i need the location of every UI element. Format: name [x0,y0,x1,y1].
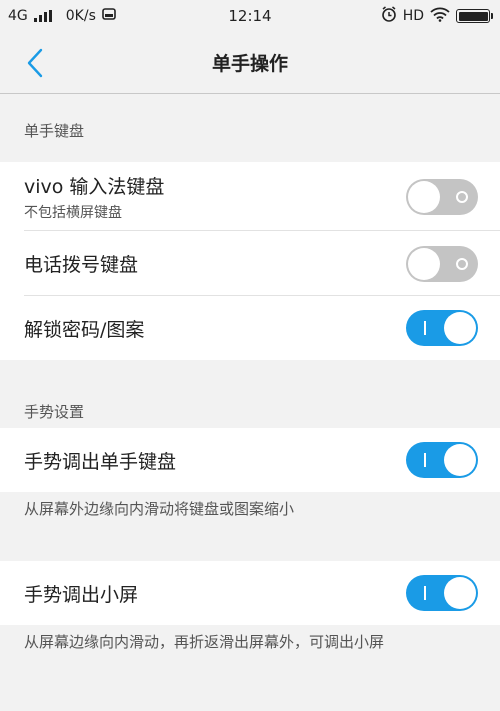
gesture-small-screen-toggle[interactable] [406,575,478,611]
alarm-icon [381,6,397,26]
setting-row-unlock[interactable]: 解锁密码/图案 [0,296,500,360]
setting-row-vivo-ime[interactable]: vivo 输入法键盘 不包括横屏键盘 [0,162,500,231]
setting-label: 电话拨号键盘 [24,254,139,276]
toggle-knob [444,577,476,609]
vivo-ime-toggle[interactable] [406,178,478,215]
gesture-keyboard-toggle[interactable] [406,442,478,478]
toggle-knob [408,180,440,213]
setting-row-gesture-keyboard[interactable]: 手势调出单手键盘 [0,428,500,492]
setting-label: 手势调出小屏 [24,583,139,606]
setting-label: 解锁密码/图案 [24,318,145,341]
setting-label: 手势调出单手键盘 [24,450,177,473]
battery-icon [456,9,493,23]
toggle-on-mark-icon [424,321,426,335]
chevron-left-icon [27,48,43,78]
dialer-toggle[interactable] [406,245,478,282]
setting-row-gesture-small-screen[interactable]: 手势调出小屏 [0,561,500,625]
gesture-small-screen-note: 从屏幕边缘向内滑动，再折返滑出屏幕外，可调出小屏 [24,633,385,651]
toggle-knob [444,312,476,344]
toggle-on-mark-icon [424,586,426,600]
status-right: HD [381,6,493,26]
network-type: 4G [8,8,28,24]
unlock-toggle[interactable] [406,310,478,346]
toggle-knob [408,247,440,280]
setting-text: vivo 输入法键盘 不包括横屏键盘 [24,172,164,222]
section-header-gesture: 手势设置 [24,402,85,421]
toggle-off-mark-icon [456,257,468,270]
setting-label: vivo 输入法键盘 [24,175,165,198]
network-speed: 0K/s [65,8,96,24]
toggle-knob [444,444,476,476]
toggle-off-mark-icon [456,190,468,203]
page-title: 单手操作 [211,53,288,75]
wifi-icon [430,7,450,26]
title-bar: 单手操作 [0,32,500,94]
setting-row-dialer[interactable]: 电话拨号键盘 [0,231,500,296]
status-bar: 4G 0K/s 12:14 HD [0,0,500,32]
notification-icon [102,7,116,25]
section-header-keyboard: 单手键盘 [24,121,85,140]
signal-icon [33,10,52,22]
toggle-on-mark-icon [424,453,426,467]
gesture-keyboard-note: 从屏幕外边缘向内滑动将键盘或图案缩小 [24,500,295,518]
hd-indicator: HD [402,8,424,24]
back-button[interactable] [20,46,50,80]
setting-subtitle: 不包括横屏键盘 [24,204,122,221]
status-left: 4G 0K/s [8,7,116,25]
